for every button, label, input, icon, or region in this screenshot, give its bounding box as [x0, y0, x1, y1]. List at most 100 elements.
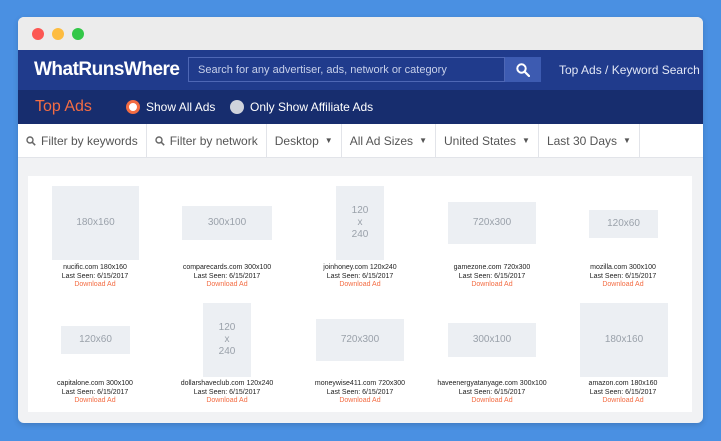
filter-bar: Filter by keywords Filter by network Des…	[18, 124, 703, 158]
filter-network-placeholder: Filter by network	[169, 133, 258, 148]
caret-down-icon: ▼	[324, 136, 333, 145]
ad-size-label: 240	[351, 229, 369, 240]
ad-last-seen: Last Seen: 6/15/2017	[589, 272, 657, 280]
ad-title: gamezone.com 720x300	[453, 264, 531, 271]
ad-title: capitalone.com 300x100	[57, 380, 133, 387]
radio-unselected-icon	[230, 100, 244, 114]
ad-caption: nucific.com 180x160 Last Seen: 6/15/2017…	[30, 264, 160, 290]
ad-caption: moneywise411.com 720x300 Last Seen: 6/15…	[295, 380, 425, 406]
ad-title: dollarshaveclub.com 120x240	[180, 380, 274, 387]
ad-size-label: 120	[351, 205, 369, 216]
show-all-ads-label: Show All Ads	[146, 100, 216, 114]
download-ad-link[interactable]: Download Ad	[558, 281, 688, 290]
browser-window: WhatRunsWhere Top Ads / Keyword Search T…	[18, 17, 703, 423]
ad-size-label: 300x100	[207, 217, 247, 228]
download-ad-link[interactable]: Download Ad	[162, 281, 292, 290]
country-dropdown-value: United States	[443, 133, 517, 148]
ad-size-label: 180x160	[76, 217, 115, 228]
search-icon	[26, 135, 36, 146]
filter-network-input[interactable]: Filter by network	[147, 124, 267, 157]
show-all-ads-radio[interactable]: Show All Ads	[126, 100, 215, 114]
ad-size-label: 120x60	[79, 334, 112, 345]
ad-caption: dollarshaveclub.com 120x240 Last Seen: 6…	[162, 380, 292, 406]
ad-sizes-dropdown[interactable]: All Ad Sizes ▼	[342, 124, 436, 157]
ad-size-label: 180x160	[604, 334, 644, 345]
ads-grid: 180x160 nucific.com 180x160 Last Seen: 6…	[28, 176, 692, 412]
ad-caption: amazon.com 180x160 Last Seen: 6/15/2017 …	[558, 380, 688, 406]
sub-navigation: Top Ads Show All Ads Only Show Affiliate…	[18, 90, 703, 124]
caret-down-icon: ▼	[522, 136, 530, 145]
radio-selected-icon	[126, 100, 140, 114]
ad-title: nucific.com 180x160	[63, 264, 127, 271]
ad-title: comparecards.com 300x100	[182, 264, 272, 271]
ad-caption: comparecards.com 300x100 Last Seen: 6/15…	[162, 264, 292, 290]
ad-caption: mozilla.com 300x100 Last Seen: 6/15/2017…	[558, 264, 688, 290]
top-navigation: WhatRunsWhere Top Ads / Keyword Search	[18, 50, 703, 90]
ad-last-seen: Last Seen: 6/15/2017	[326, 388, 394, 396]
search-icon	[155, 135, 165, 146]
ad-last-seen: Last Seen: 6/15/2017	[193, 388, 261, 396]
ad-size-label: 720x300	[472, 217, 512, 228]
filter-keywords-placeholder: Filter by keywords	[41, 133, 138, 148]
ad-thumbnail[interactable]: 120 x 240	[336, 186, 384, 260]
affiliate-ads-radio[interactable]: Only Show Affiliate Ads	[230, 100, 373, 114]
ad-size-label: 120	[218, 322, 236, 333]
download-ad-link[interactable]: Download Ad	[427, 281, 557, 290]
download-ad-link[interactable]: Download Ad	[30, 397, 160, 406]
window-titlebar	[18, 17, 703, 50]
affiliate-ads-label: Only Show Affiliate Ads	[250, 100, 374, 114]
ad-title: moneywise411.com 720x300	[314, 380, 406, 387]
ad-title: amazon.com 180x160	[588, 380, 658, 387]
download-ad-link[interactable]: Download Ad	[427, 397, 557, 406]
filter-keywords-input[interactable]: Filter by keywords	[18, 124, 147, 157]
logo[interactable]: WhatRunsWhere	[34, 59, 180, 81]
ad-last-seen: Last Seen: 6/15/2017	[61, 388, 129, 396]
search-input[interactable]	[188, 57, 505, 82]
ad-size-label: 240	[218, 346, 236, 357]
ad-thumbnail[interactable]: 720x300	[316, 319, 404, 361]
ad-caption: haveenergyatanyage.com 300x100 Last Seen…	[427, 380, 557, 406]
ad-last-seen: Last Seen: 6/15/2017	[589, 388, 657, 396]
ad-last-seen: Last Seen: 6/15/2017	[458, 272, 526, 280]
search-button[interactable]	[505, 57, 541, 82]
ad-title: haveenergyatanyage.com 300x100	[437, 380, 547, 387]
ad-thumbnail[interactable]: 180x160	[580, 303, 668, 377]
country-dropdown[interactable]: United States ▼	[436, 124, 539, 157]
period-dropdown-value: Last 30 Days	[546, 133, 617, 148]
minimize-window-button[interactable]	[52, 28, 64, 40]
download-ad-link[interactable]: Download Ad	[295, 281, 425, 290]
period-dropdown[interactable]: Last 30 Days ▼	[539, 124, 640, 157]
maximize-window-button[interactable]	[72, 28, 84, 40]
close-window-button[interactable]	[32, 28, 44, 40]
ad-last-seen: Last Seen: 6/15/2017	[61, 272, 129, 280]
device-dropdown-value: Desktop	[274, 133, 319, 148]
download-ad-link[interactable]: Download Ad	[558, 397, 688, 406]
ad-caption: gamezone.com 720x300 Last Seen: 6/15/201…	[427, 264, 557, 290]
device-dropdown[interactable]: Desktop ▼	[267, 124, 342, 157]
ad-thumbnail[interactable]: 300x100	[448, 323, 536, 357]
page-title: Top Ads	[35, 98, 92, 115]
ad-last-seen: Last Seen: 6/15/2017	[326, 272, 394, 280]
download-ad-link[interactable]: Download Ad	[162, 397, 292, 406]
search-icon	[516, 62, 530, 77]
ad-title: mozilla.com 300x100	[590, 264, 656, 271]
ad-caption: capitalone.com 300x100 Last Seen: 6/15/2…	[30, 380, 160, 406]
ad-thumbnail[interactable]: 120x60	[61, 326, 130, 354]
top-ads-keyword-search-link[interactable]: Top Ads / Keyword Search	[559, 63, 700, 77]
ad-thumbnail[interactable]: 120 x 240	[203, 303, 251, 377]
ad-last-seen: Last Seen: 6/15/2017	[193, 272, 261, 280]
caret-down-icon: ▼	[419, 136, 427, 145]
ad-thumbnail[interactable]: 300x100	[182, 206, 272, 240]
ad-size-label: 120x60	[607, 218, 640, 229]
ad-thumbnail[interactable]: 180x160	[52, 186, 139, 260]
ad-size-label: x	[357, 217, 363, 228]
ad-size-label: 720x300	[340, 334, 380, 345]
download-ad-link[interactable]: Download Ad	[30, 281, 160, 290]
caret-down-icon: ▼	[623, 136, 631, 145]
ad-title: joinhoney.com 120x240	[323, 264, 397, 271]
ad-thumbnail[interactable]: 120x60	[589, 210, 658, 238]
download-ad-link[interactable]: Download Ad	[295, 397, 425, 406]
ad-caption: joinhoney.com 120x240 Last Seen: 6/15/20…	[295, 264, 425, 290]
ad-last-seen: Last Seen: 6/15/2017	[458, 388, 526, 396]
ad-thumbnail[interactable]: 720x300	[448, 202, 536, 244]
